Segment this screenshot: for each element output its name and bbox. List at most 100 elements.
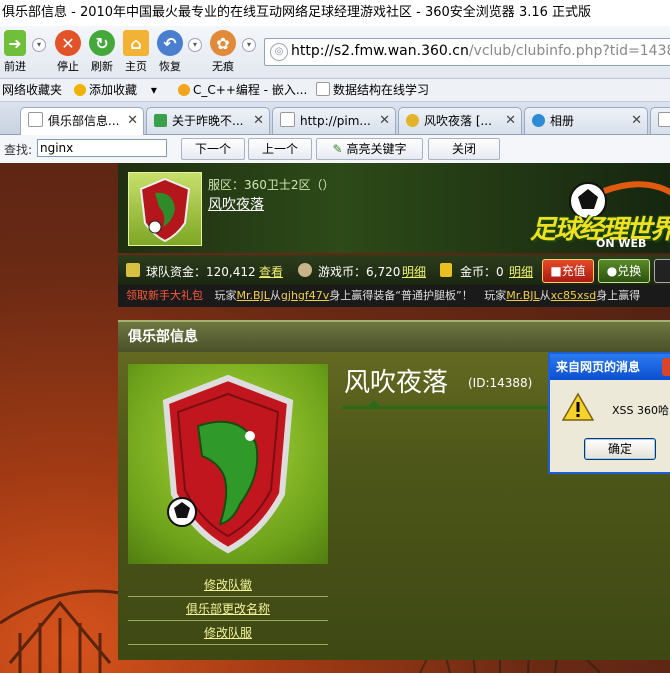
alert-dialog: 来自网页的消息 XSS 360哈H 确定 (548, 352, 670, 474)
favorites-menu[interactable]: 网络收藏夹 (2, 79, 62, 101)
tab-partial[interactable] (650, 107, 670, 134)
close-icon[interactable] (662, 358, 670, 376)
close-tab-icon[interactable]: ✕ (631, 108, 642, 134)
bulb-icon (178, 84, 190, 96)
tab-label: http://pim... (300, 114, 371, 128)
soccer-ball-icon[interactable] (654, 259, 670, 283)
highlight-button[interactable]: ✎ 高亮关键字 (316, 138, 423, 160)
panel-header: 俱乐部信息 (118, 320, 670, 352)
favorites-bar: 网络收藏夹 添加收藏 ▾ C_C++编程 - 嵌入... 数据结构在线学习 (0, 79, 670, 102)
rename-club-link[interactable]: 俱乐部更改名称 (128, 598, 328, 621)
restore-button[interactable]: ↶ 恢复 (154, 30, 186, 74)
highlight-label: 高亮关键字 (346, 142, 407, 156)
find-input[interactable] (37, 139, 167, 157)
dialog-ok-button[interactable]: 确定 (584, 438, 656, 460)
player-link[interactable]: Mr.BJL (237, 289, 270, 302)
refresh-icon: ↻ (89, 30, 115, 56)
close-tab-icon[interactable]: ✕ (505, 108, 516, 134)
exchange-button[interactable]: ●兑换 (598, 259, 650, 283)
incognito-button[interactable]: ✿ 无痕 (206, 30, 240, 74)
club-name-heading: 风吹夜落 (344, 368, 449, 398)
game-logo: 足球经理世界 ON WEB (528, 179, 670, 250)
game-header: 服区：360卫士2区（） 风吹夜落 足球经理世界 ON WEB (118, 163, 670, 253)
tab-club-name[interactable]: 风吹夜落 [... ✕ (398, 107, 522, 134)
stop-button[interactable]: ✕ 停止 (52, 30, 84, 74)
find-bar: 查找: 下一个 上一个 ✎ 高亮关键字 关闭 (0, 135, 670, 164)
gold-detail-link[interactable]: 明细 (509, 263, 533, 280)
gold-label: 金币：0 (460, 265, 504, 279)
tab-club-info[interactable]: 俱乐部信息... ✕ (20, 107, 144, 135)
player-link[interactable]: gjhgf47v (281, 289, 329, 302)
address-bar[interactable]: ◎ http://s2.fmw.wan.360.cn/vclub/clubinf… (264, 38, 670, 66)
tab-article[interactable]: 关于昨晚不... ✕ (146, 107, 270, 134)
star-icon (406, 114, 419, 127)
resource-bar: 球队资金：120,412 查看 游戏币：6,720 明细 金币：0 明细 ■充值… (118, 255, 670, 285)
find-close-button[interactable]: 关闭 (428, 138, 500, 160)
favorite-link-cpp[interactable]: C_C++编程 - 嵌入... (178, 79, 307, 101)
forward-button[interactable]: ➜ 前进 (0, 30, 30, 74)
tab-label: 俱乐部信息... (48, 114, 120, 128)
stop-label: 停止 (57, 60, 79, 73)
address-text: http://s2.fmw.wan.360.cn/vclub/clubinfo.… (291, 43, 670, 59)
club-crest-thumbnail[interactable] (128, 172, 202, 246)
tab-pim[interactable]: http://pim... ✕ (272, 107, 396, 134)
funds-view-link[interactable]: 查看 (259, 263, 283, 280)
ticker-text: 玩家 (214, 289, 237, 302)
shield-icon (162, 374, 294, 554)
gold-icon (440, 263, 452, 277)
refresh-label: 刷新 (91, 60, 113, 73)
refresh-button[interactable]: ↻ 刷新 (86, 30, 118, 74)
coins-detail-link[interactable]: 明细 (402, 263, 426, 280)
dialog-title: 来自网页的消息 (556, 360, 641, 374)
find-next-button[interactable]: 下一个 (181, 138, 245, 160)
club-name-link[interactable]: 风吹夜落 (208, 194, 264, 214)
favorites-label: 网络收藏夹 (2, 83, 63, 97)
edit-kit-link[interactable]: 修改队服 (128, 622, 328, 645)
server-label: 服区：360卫士2区（） (208, 178, 335, 192)
exchange-label: 兑换 (617, 264, 642, 278)
ticker-text: 从 (269, 289, 281, 302)
incognito-dropdown-icon[interactable]: ▾ (242, 38, 256, 52)
browser-toolbar: ➜ 前进 ▾ ✕ 停止 ↻ 刷新 ⌂ 主页 ↶ 恢复 ▾ ✿ 无痕 ▾ ◎ ht… (0, 26, 670, 79)
player-link[interactable]: xc85xsd (551, 289, 597, 302)
panel-title: 俱乐部信息 (128, 329, 198, 345)
close-tab-icon[interactable]: ✕ (127, 108, 138, 134)
dialog-message: XSS 360哈H (612, 404, 670, 417)
ticker-text: 玩家 (484, 289, 507, 302)
money-bag-icon: ● (606, 264, 618, 278)
name-underline (342, 406, 552, 409)
close-tab-icon[interactable]: ✕ (253, 108, 264, 134)
find-prev-button[interactable]: 上一个 (248, 138, 312, 160)
underline-marker-icon (368, 400, 380, 406)
warning-icon (562, 392, 594, 421)
undo-icon: ↶ (157, 30, 183, 56)
tab-album[interactable]: 相册 ✕ (524, 107, 648, 134)
plus-icon (154, 114, 167, 127)
favorite-link-ds[interactable]: 数据结构在线学习 (316, 79, 429, 101)
funds-label: 球队资金：120,412 (146, 265, 256, 279)
close-tab-icon[interactable]: ✕ (379, 108, 390, 134)
forward-arrow-icon: ➜ (4, 30, 26, 56)
star-icon (74, 84, 86, 96)
add-favorite-button[interactable]: 添加收藏 ▾ (74, 79, 157, 101)
forward-dropdown-icon[interactable]: ▾ (32, 38, 46, 52)
home-icon: ⌂ (123, 30, 149, 56)
tab-label: 相册 (550, 114, 575, 128)
edit-crest-link[interactable]: 修改队徽 (128, 574, 328, 597)
find-label: 查找: (4, 143, 33, 157)
recharge-label: 充值 (561, 264, 586, 278)
tab-bar: 俱乐部信息... ✕ 关于昨晚不... ✕ http://pim... ✕ 风吹夜落 … (0, 102, 670, 135)
club-id: (ID:14388) (468, 376, 533, 390)
gift-icon: ■ (550, 264, 562, 278)
coins-label: 游戏币：6,720 (318, 265, 401, 279)
player-link[interactable]: Mr.BJL (506, 289, 539, 302)
url-host: http://s2.fmw.wan.360.cn (291, 43, 469, 59)
recharge-button[interactable]: ■充值 (542, 259, 594, 283)
chevron-down-icon[interactable]: ▾ (151, 83, 157, 97)
favorite-label-cpp: C_C++编程 - 嵌入... (193, 83, 308, 97)
newbie-gift-link[interactable]: 领取新手大礼包 (126, 289, 203, 302)
tab-label: 风吹夜落 [... (424, 114, 492, 128)
photo-icon (532, 114, 545, 127)
restore-dropdown-icon[interactable]: ▾ (188, 38, 202, 52)
home-button[interactable]: ⌂ 主页 (120, 30, 152, 74)
